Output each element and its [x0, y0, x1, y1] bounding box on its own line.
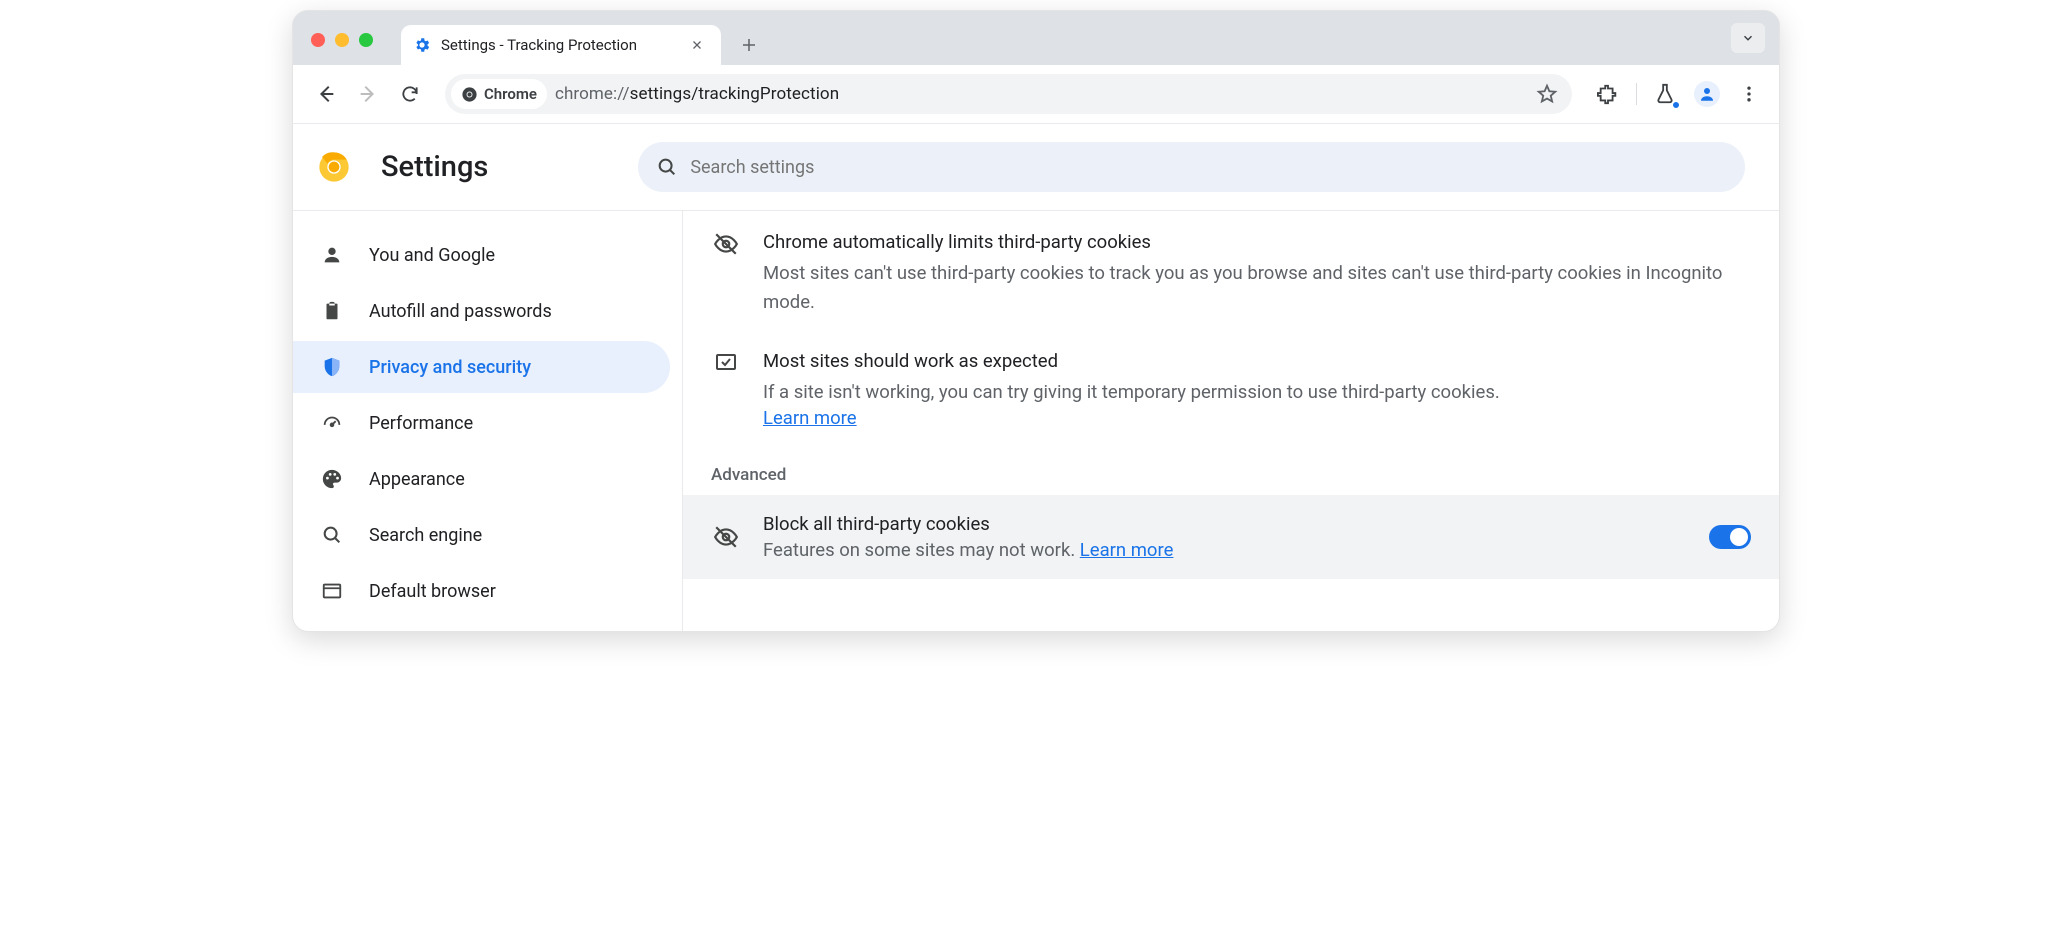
- learn-more-link[interactable]: Learn more: [1080, 539, 1174, 561]
- block-cookies-toggle[interactable]: [1709, 525, 1751, 549]
- info-row-expected: Most sites should work as expected If a …: [683, 330, 1779, 443]
- browser-tab[interactable]: Settings - Tracking Protection: [401, 25, 721, 65]
- settings-sidebar: You and Google Autofill and passwords Pr…: [293, 211, 683, 631]
- extensions-icon[interactable]: [1594, 80, 1622, 108]
- learn-more-link[interactable]: Learn more: [763, 407, 857, 429]
- chrome-icon: [461, 86, 478, 103]
- info-title: Most sites should work as expected: [763, 350, 1751, 372]
- search-input[interactable]: [690, 157, 1727, 178]
- tab-search-button[interactable]: [1731, 23, 1765, 53]
- clipboard-icon: [319, 300, 345, 322]
- sidebar-item-label: You and Google: [369, 245, 495, 266]
- toolbar-divider: [1636, 83, 1637, 105]
- sidebar-item-performance[interactable]: Performance: [293, 397, 670, 449]
- gauge-icon: [319, 412, 345, 434]
- shield-icon: [319, 356, 345, 378]
- maximize-window-button[interactable]: [359, 33, 373, 47]
- block-third-party-row: Block all third-party cookies Features o…: [683, 495, 1779, 579]
- browser-window: Settings - Tracking Protection C: [292, 10, 1780, 632]
- adv-title: Block all third-party cookies: [763, 513, 1687, 535]
- sidebar-item-label: Privacy and security: [369, 357, 531, 378]
- site-chip[interactable]: Chrome: [451, 79, 547, 109]
- search-settings[interactable]: [638, 142, 1745, 192]
- back-button[interactable]: [309, 77, 343, 111]
- browser-menu-button[interactable]: [1735, 80, 1763, 108]
- sidebar-item-default-browser[interactable]: Default browser: [293, 565, 670, 617]
- search-icon: [319, 524, 345, 546]
- sidebar-item-privacy[interactable]: Privacy and security: [293, 341, 670, 393]
- tab-title: Settings - Tracking Protection: [441, 36, 681, 54]
- settings-main: Chrome automatically limits third-party …: [683, 211, 1779, 631]
- info-desc: Most sites can't use third-party cookies…: [763, 259, 1751, 316]
- page-title: Settings: [381, 150, 488, 184]
- profile-avatar[interactable]: [1693, 80, 1721, 108]
- adv-desc: Features on some sites may not work. Lea…: [763, 539, 1687, 561]
- search-icon: [656, 156, 678, 178]
- reload-button[interactable]: [393, 77, 427, 111]
- tab-strip: Settings - Tracking Protection: [293, 11, 1779, 65]
- settings-header: Settings: [293, 124, 1779, 210]
- sidebar-item-label: Appearance: [369, 469, 465, 490]
- browser-toolbar: Chrome chrome://settings/trackingProtect…: [293, 65, 1779, 123]
- toolbar-actions: [1594, 80, 1763, 108]
- close-tab-button[interactable]: [691, 39, 709, 51]
- sidebar-item-label: Performance: [369, 413, 473, 434]
- section-advanced: Advanced: [683, 443, 1779, 495]
- info-row-cookies: Chrome automatically limits third-party …: [683, 211, 1779, 330]
- page-content: Settings You and Google Autofill and pas…: [293, 123, 1779, 631]
- address-bar[interactable]: Chrome chrome://settings/trackingProtect…: [445, 74, 1572, 114]
- bookmark-star-icon[interactable]: [1536, 83, 1558, 105]
- visibility-off-icon: [711, 524, 741, 550]
- checkbox-icon: [711, 350, 741, 429]
- labs-flask-icon[interactable]: [1651, 80, 1679, 108]
- url-text: chrome://settings/trackingProtection: [555, 84, 1528, 104]
- browser-icon: [319, 580, 345, 602]
- sidebar-item-label: Autofill and passwords: [369, 301, 552, 322]
- forward-button[interactable]: [351, 77, 385, 111]
- sidebar-item-autofill[interactable]: Autofill and passwords: [293, 285, 670, 337]
- minimize-window-button[interactable]: [335, 33, 349, 47]
- close-window-button[interactable]: [311, 33, 325, 47]
- chrome-logo-icon: [317, 150, 351, 184]
- window-controls: [311, 33, 373, 47]
- palette-icon: [319, 468, 345, 490]
- sidebar-item-label: Default browser: [369, 581, 496, 602]
- sidebar-item-you-and-google[interactable]: You and Google: [293, 229, 670, 281]
- sidebar-item-search-engine[interactable]: Search engine: [293, 509, 670, 561]
- sidebar-item-label: Search engine: [369, 525, 482, 546]
- new-tab-button[interactable]: [729, 25, 769, 65]
- info-desc: If a site isn't working, you can try giv…: [763, 378, 1751, 407]
- person-icon: [319, 244, 345, 266]
- visibility-off-icon: [711, 231, 741, 316]
- info-title: Chrome automatically limits third-party …: [763, 231, 1751, 253]
- settings-gear-icon: [413, 36, 431, 54]
- sidebar-item-appearance[interactable]: Appearance: [293, 453, 670, 505]
- site-chip-label: Chrome: [484, 85, 537, 103]
